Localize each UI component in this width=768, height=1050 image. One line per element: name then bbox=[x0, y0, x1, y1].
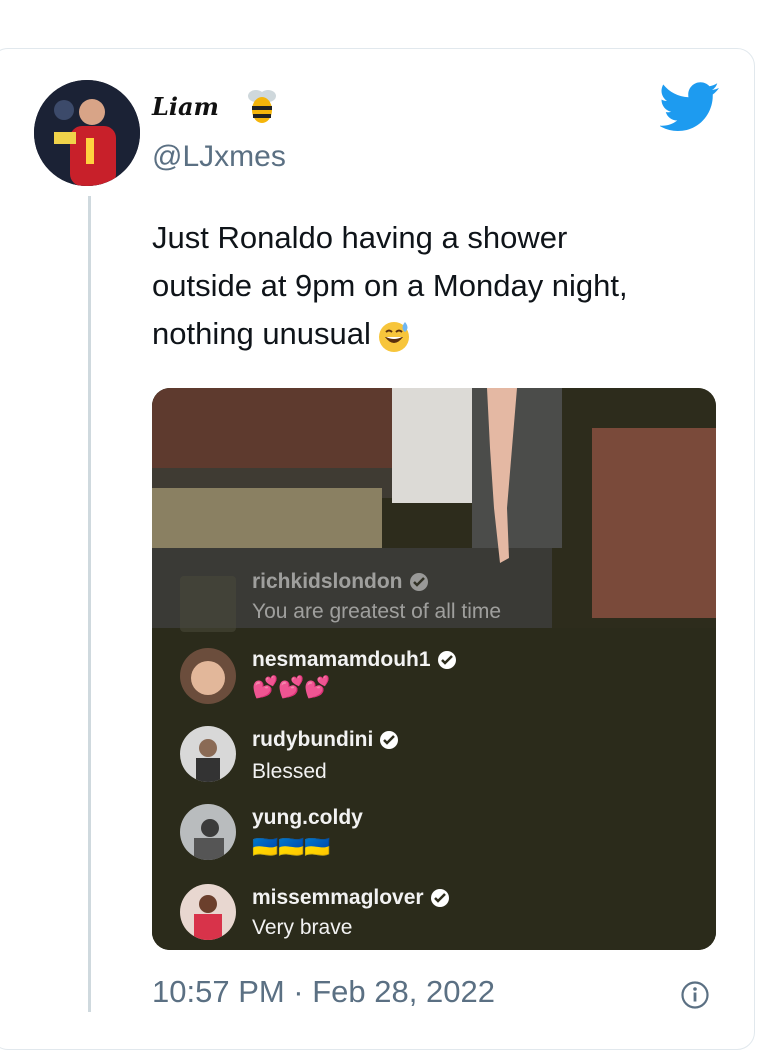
author-name[interactable]: Liam bbox=[152, 92, 219, 121]
live-comment: yung.coldy 🇺🇦🇺🇦🇺🇦 bbox=[152, 804, 716, 864]
commenter-username-text[interactable]: missemmaglover bbox=[252, 886, 424, 909]
comment-text: You are greatest of all time bbox=[252, 600, 502, 623]
comment-text: 💕💕💕 bbox=[252, 676, 331, 699]
verified-badge-icon bbox=[437, 651, 456, 670]
tweet-text-line: outside at 9pm on a Monday night, bbox=[152, 268, 628, 303]
commenter-username-text[interactable]: nesmamamdouh1 bbox=[252, 648, 431, 671]
author-avatar[interactable] bbox=[34, 80, 140, 186]
thread-line bbox=[88, 196, 91, 1012]
comment-text: Very brave bbox=[252, 916, 353, 939]
tweet-text-fragment: nothing unusual bbox=[152, 316, 371, 351]
commenter-username-text[interactable]: richkidslondon bbox=[252, 570, 403, 593]
commenter-avatar[interactable] bbox=[180, 884, 236, 940]
commenter-avatar[interactable] bbox=[180, 726, 236, 782]
tweet-text-line: Just Ronaldo having a shower bbox=[152, 220, 568, 255]
twitter-bird-icon[interactable] bbox=[660, 82, 720, 132]
tweet-text: Just Ronaldo having a shower outside at … bbox=[152, 214, 732, 358]
tweet-media-video[interactable]: richkidslondon You are greatest of all t… bbox=[152, 388, 716, 950]
tweet-text-line: nothing unusual bbox=[152, 310, 732, 358]
live-comment: nesmamamdouh1 💕💕💕 bbox=[152, 646, 716, 706]
verified-badge-icon bbox=[430, 889, 449, 908]
commenter-username-text[interactable]: rudybundini bbox=[252, 728, 373, 751]
commenter-username[interactable]: nesmamamdouh1 bbox=[252, 648, 457, 672]
grinning-sweat-emoji-icon bbox=[378, 321, 409, 352]
commenter-username[interactable]: rudybundini bbox=[252, 728, 399, 752]
info-icon[interactable] bbox=[680, 980, 710, 1010]
live-comment: richkidslondon You are greatest of all t… bbox=[152, 568, 716, 632]
live-comment: missemmaglover Very brave bbox=[152, 884, 716, 944]
verified-badge-icon bbox=[380, 731, 399, 750]
commenter-username[interactable]: yung.coldy bbox=[252, 806, 363, 830]
comment-text: 🇺🇦🇺🇦🇺🇦 bbox=[252, 836, 331, 859]
commenter-avatar[interactable] bbox=[180, 648, 236, 704]
comment-text: Blessed bbox=[252, 760, 327, 783]
commenter-username[interactable]: richkidslondon bbox=[252, 570, 429, 594]
live-comment: rudybundini Blessed bbox=[152, 726, 716, 786]
bee-emoji-icon bbox=[248, 90, 276, 123]
commenter-username[interactable]: missemmaglover bbox=[252, 886, 450, 910]
commenter-avatar[interactable] bbox=[180, 576, 236, 632]
verified-badge-icon bbox=[409, 573, 428, 592]
author-handle[interactable]: @LJxmes bbox=[152, 140, 286, 174]
tweet-timestamp[interactable]: 10:57 PM · Feb 28, 2022 bbox=[152, 974, 495, 1010]
commenter-avatar[interactable] bbox=[180, 804, 236, 860]
